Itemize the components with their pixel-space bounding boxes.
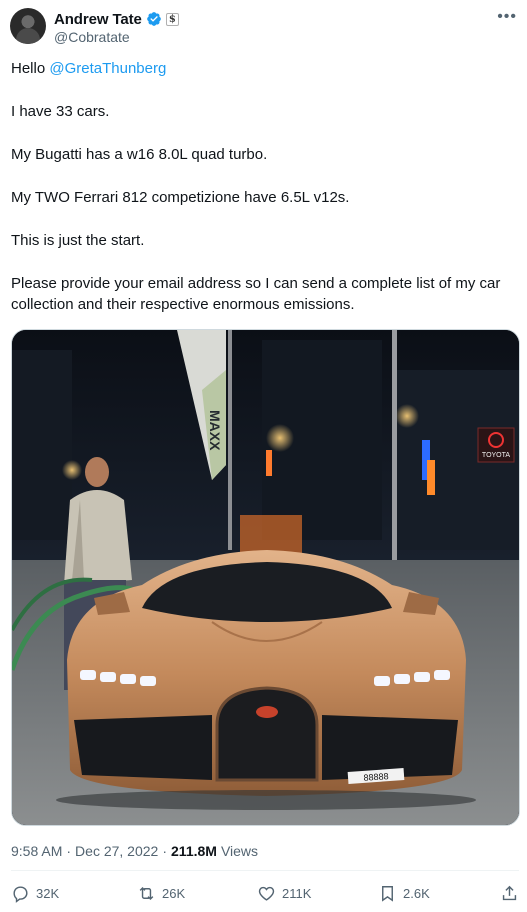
bookmark-button[interactable]: 2.6K bbox=[378, 884, 430, 903]
views-count[interactable]: 211.8M bbox=[171, 843, 217, 859]
reply-count: 32K bbox=[36, 886, 60, 901]
meta-separator: · bbox=[66, 843, 72, 859]
tweet-line-3: My TWO Ferrari 812 competizione have 6.5… bbox=[11, 189, 350, 206]
action-bar: 32K 26K 211K 2.6K bbox=[11, 884, 519, 908]
avatar[interactable] bbox=[10, 8, 46, 44]
retweet-count: 26K bbox=[162, 886, 186, 901]
greeting-text: Hello bbox=[11, 60, 50, 77]
tweet-date[interactable]: Dec 27, 2022 bbox=[75, 843, 158, 859]
verified-badge-icon[interactable] bbox=[146, 11, 162, 27]
name-row: Andrew Tate $ bbox=[54, 10, 179, 28]
plate-text: 88888 bbox=[363, 771, 389, 783]
like-button[interactable]: 211K bbox=[257, 884, 311, 903]
meta-separator-2: · bbox=[162, 843, 168, 859]
views-label: Views bbox=[220, 843, 259, 859]
reply-button[interactable]: 32K bbox=[11, 884, 59, 903]
share-button[interactable] bbox=[500, 884, 519, 903]
author-name[interactable]: Andrew Tate bbox=[54, 11, 142, 28]
tweet-line-2: My Bugatti has a w16 8.0L quad turbo. bbox=[11, 146, 268, 163]
tweet-header: Andrew Tate $ @Cobratate ••• bbox=[10, 8, 519, 48]
heart-icon bbox=[258, 886, 275, 901]
flag-text: MAXX bbox=[207, 410, 223, 451]
tweet-line-5: Please provide your email address so I c… bbox=[11, 275, 501, 313]
divider bbox=[11, 870, 519, 871]
tweet-line-1: I have 33 cars. bbox=[11, 103, 110, 120]
mention-link[interactable]: @GretaThunberg bbox=[49, 60, 166, 77]
affiliation-badge-icon[interactable]: $ bbox=[165, 12, 179, 26]
more-options-icon[interactable]: ••• bbox=[497, 8, 517, 26]
retweet-icon bbox=[139, 886, 154, 901]
bookmark-count: 2.6K bbox=[403, 886, 430, 901]
toyota-sign-text: TOYOTA bbox=[482, 452, 510, 459]
bookmark-icon bbox=[382, 886, 393, 902]
car-photo-illustration: TOYOTA MAXX 88888 bbox=[12, 330, 519, 825]
like-count: 211K bbox=[282, 886, 312, 901]
greeting-line: Hello @GretaThunberg bbox=[11, 58, 523, 79]
tweet-line-4: This is just the start. bbox=[11, 232, 145, 249]
tweet-photo[interactable]: TOYOTA MAXX 88888 bbox=[11, 329, 520, 826]
share-icon bbox=[502, 885, 517, 901]
author-handle[interactable]: @Cobratate bbox=[54, 29, 130, 45]
tweet-text: Hello @GretaThunberg I have 33 cars. My … bbox=[11, 58, 523, 337]
tweet-time[interactable]: 9:58 AM bbox=[11, 843, 62, 859]
tweet-meta: 9:58 AM · Dec 27, 2022 · 211.8M Views bbox=[11, 843, 258, 859]
reply-icon bbox=[13, 886, 28, 903]
retweet-button[interactable]: 26K bbox=[137, 884, 185, 903]
